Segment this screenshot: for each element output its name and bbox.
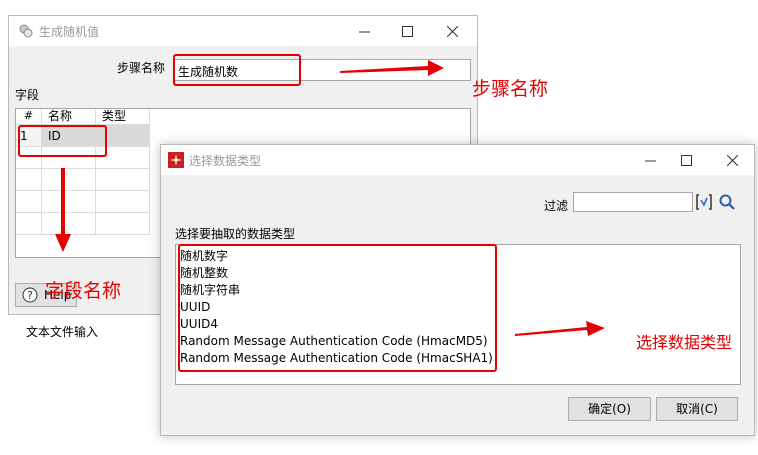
field-name-annotation: 字段名称 (45, 280, 122, 302)
table-row (16, 169, 42, 191)
step-name-annotation: 步骤名称 (472, 78, 549, 100)
help-icon: ? (22, 287, 38, 306)
minimize-icon[interactable] (633, 145, 667, 175)
dialog-title: 选择数据类型 (189, 154, 262, 168)
window-title: 生成随机值 (39, 25, 100, 39)
table-row (96, 191, 150, 213)
dialog-titlebar[interactable]: 选择数据类型 (161, 145, 754, 175)
column-header-index[interactable]: # (16, 109, 42, 125)
dialog-app-icon (168, 152, 184, 171)
filter-label: 过滤 (544, 199, 569, 213)
window-titlebar[interactable]: 生成随机值 (9, 16, 477, 46)
step-name-highlight (173, 54, 301, 86)
step-name-arrow (340, 60, 444, 76)
close-icon[interactable] (715, 145, 749, 175)
ok-button[interactable]: 确定(O) (568, 397, 651, 421)
search-icon[interactable] (718, 193, 736, 214)
regex-icon[interactable] (695, 193, 713, 214)
table-row (96, 213, 150, 235)
app-icon (19, 24, 33, 41)
field-name-highlight (18, 125, 107, 157)
fields-label: 字段 (15, 88, 40, 102)
table-row (96, 169, 150, 191)
table-row (16, 191, 42, 213)
svg-text:?: ? (27, 289, 33, 302)
minimize-icon[interactable] (347, 16, 381, 46)
column-header-name[interactable]: 名称 (42, 109, 96, 125)
maximize-icon[interactable] (669, 145, 703, 175)
data-type-highlight (178, 244, 497, 372)
data-type-annotation: 选择数据类型 (636, 333, 733, 352)
cancel-button[interactable]: 取消(C) (656, 397, 738, 421)
close-icon[interactable] (435, 16, 469, 46)
filter-input[interactable] (573, 192, 693, 212)
data-type-arrow (515, 321, 605, 336)
column-header-type[interactable]: 类型 (96, 109, 150, 125)
step-name-label: 步骤名称 (117, 61, 166, 75)
background-step-label: 文本文件输入 (26, 325, 99, 339)
maximize-icon[interactable] (390, 16, 424, 46)
field-name-arrow (55, 168, 71, 252)
list-label: 选择要抽取的数据类型 (175, 227, 296, 241)
table-row (16, 213, 42, 235)
